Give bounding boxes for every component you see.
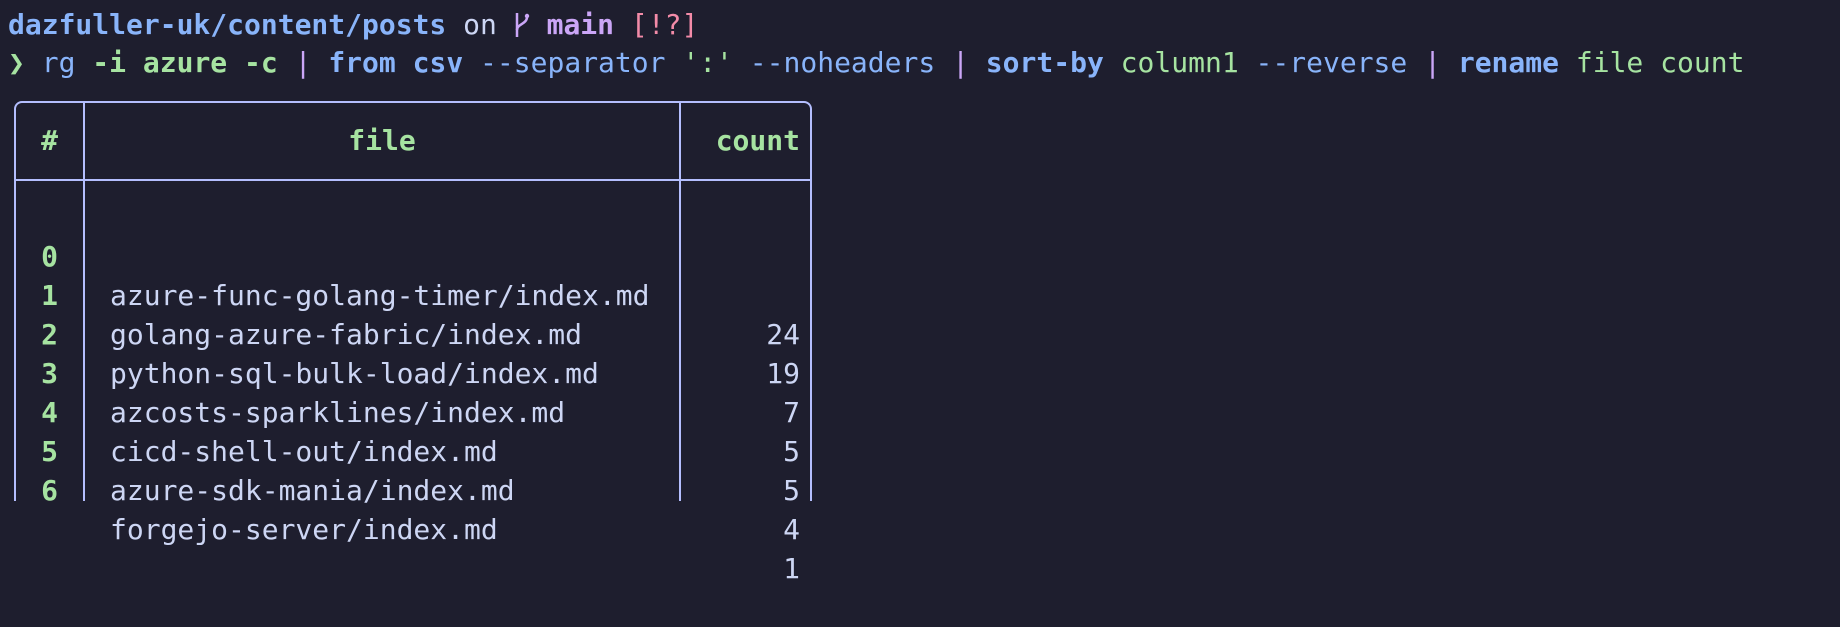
header-index: # xyxy=(41,124,58,157)
row-count: 1 xyxy=(783,552,800,585)
command-line[interactable]: ❯ rg -i azure -c | from csv --separator … xyxy=(8,43,1744,83)
git-branch-name: main xyxy=(546,8,615,41)
table-row: 3 azcosts-sparklines/index.md 5 xyxy=(16,315,810,468)
git-branch-icon xyxy=(514,8,530,41)
table-row: 0 azure-func-golang-timer/index.md 24 xyxy=(16,198,810,351)
table-row: 6 forgejo-server/index.md 1 xyxy=(16,432,810,585)
rename-args: file count xyxy=(1575,46,1745,79)
result-table: # file count 0 azure-func-golang-timer/i… xyxy=(14,101,812,585)
table-row: 2 python-sql-bulk-load/index.md 7 xyxy=(16,276,810,429)
row-count: 4 xyxy=(783,513,800,546)
flag-separator: --separator xyxy=(480,46,666,79)
chevron-right-icon: ❯ xyxy=(8,46,25,79)
flag-c: -c xyxy=(244,46,278,79)
prompt-line: dazfuller-uk/content/posts on main [!?] xyxy=(8,5,698,45)
pipe-2: | xyxy=(952,46,969,79)
header-divider xyxy=(16,179,810,181)
separator-value: ':' xyxy=(682,46,733,79)
sort-column: column1 xyxy=(1120,46,1239,79)
table-body: 0 azure-func-golang-timer/index.md 24 1 … xyxy=(16,198,810,585)
pipe-3: | xyxy=(1424,46,1441,79)
current-directory: dazfuller-uk/content/posts xyxy=(8,8,447,41)
table-row: 4 cicd-shell-out/index.md 5 xyxy=(16,354,810,507)
cmd-sort-by: sort-by xyxy=(985,46,1104,79)
row-file: forgejo-server/index.md xyxy=(110,513,498,546)
table-row: 5 azure-sdk-mania/index.md 4 xyxy=(16,393,810,546)
cmd-rename: rename xyxy=(1457,46,1559,79)
header-file: file xyxy=(348,124,416,157)
row-index: 6 xyxy=(41,474,58,507)
prompt-on-text: on xyxy=(463,8,497,41)
flag-reverse: --reverse xyxy=(1255,46,1408,79)
cmd-rg: rg xyxy=(41,46,76,79)
header-count: count xyxy=(715,124,800,157)
row-file: azure-sdk-mania/index.md xyxy=(110,474,515,507)
flag-noheaders: --noheaders xyxy=(749,46,936,79)
pipe-1: | xyxy=(294,46,312,79)
search-pattern: azure xyxy=(142,46,228,79)
table-row: 1 golang-azure-fabric/index.md 19 xyxy=(16,237,810,390)
flag-i: -i xyxy=(92,46,127,79)
git-status-indicator: [!?] xyxy=(630,8,699,41)
cmd-from-csv: from csv xyxy=(328,46,464,79)
row-count: 5 xyxy=(783,474,800,507)
